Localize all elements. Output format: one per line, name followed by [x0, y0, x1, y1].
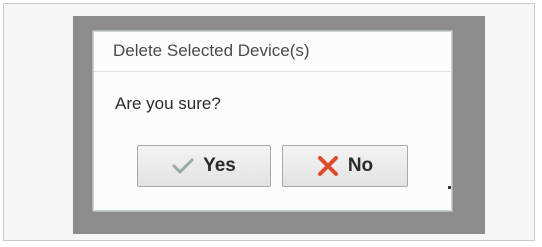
check-icon — [172, 157, 194, 175]
stray-mark — [448, 186, 451, 189]
x-icon — [317, 155, 339, 177]
delete-confirm-dialog: Delete Selected Device(s) Are you sure? … — [93, 31, 452, 211]
dialog-header: Delete Selected Device(s) — [94, 32, 451, 72]
yes-button[interactable]: Yes — [137, 145, 271, 187]
no-button-label: No — [347, 155, 374, 176]
dialog-message: Are you sure? — [115, 94, 221, 113]
yes-button-label: Yes — [203, 155, 236, 176]
no-button[interactable]: No — [282, 145, 408, 187]
dialog-title: Delete Selected Device(s) — [113, 41, 310, 60]
